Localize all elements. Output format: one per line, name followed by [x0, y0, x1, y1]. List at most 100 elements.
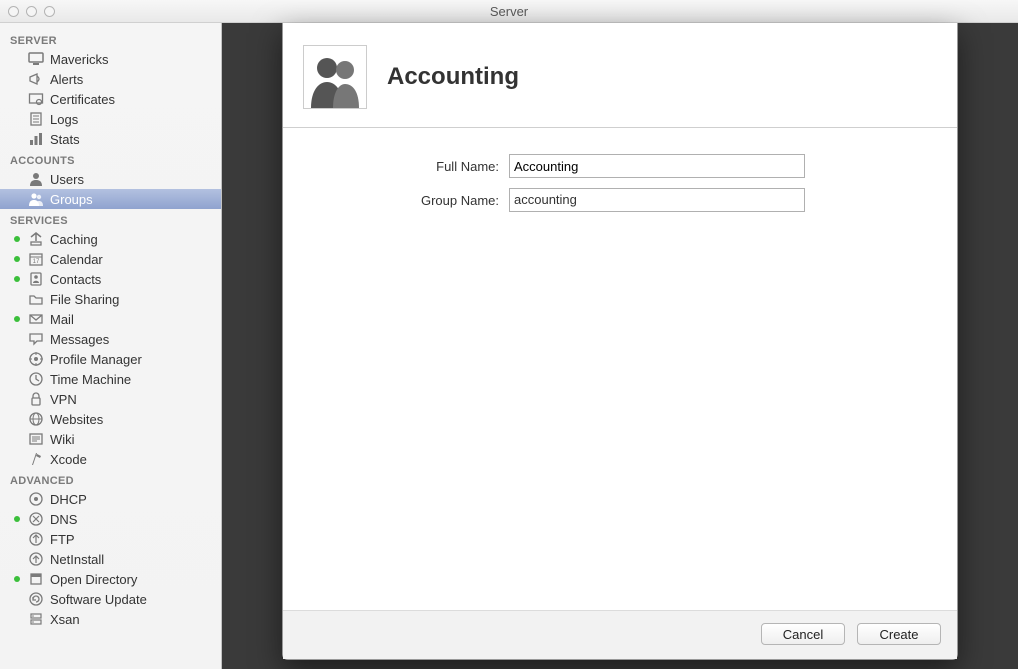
status-dot: [14, 516, 20, 522]
sidebar-item-netinstall[interactable]: NetInstall: [0, 549, 221, 569]
sidebar-section-header: ADVANCED: [0, 469, 221, 489]
xcode-icon: [28, 451, 44, 467]
megaphone-icon: [28, 71, 44, 87]
sidebar-item-groups[interactable]: Groups: [0, 189, 221, 209]
sidebar-item-label: Caching: [50, 232, 98, 247]
sidebar-item-label: DNS: [50, 512, 77, 527]
sidebar-section-header: SERVICES: [0, 209, 221, 229]
sidebar-item-label: Wiki: [50, 432, 75, 447]
sidebar-item-stats[interactable]: Stats: [0, 129, 221, 149]
sidebar-item-dns[interactable]: DNS: [0, 509, 221, 529]
profilemanager-icon: [28, 351, 44, 367]
sidebar-item-certificates[interactable]: Certificates: [0, 89, 221, 109]
create-button[interactable]: Create: [857, 623, 941, 645]
sidebar-item-label: Time Machine: [50, 372, 131, 387]
full-name-label: Full Name:: [283, 159, 509, 174]
filesharing-icon: [28, 291, 44, 307]
sidebar-item-calendar[interactable]: 17 Calendar: [0, 249, 221, 269]
sidebar-item-mail[interactable]: Mail: [0, 309, 221, 329]
vpn-icon: [28, 391, 44, 407]
dhcp-icon: [28, 491, 44, 507]
certificate-icon: [28, 91, 44, 107]
titlebar: Server: [0, 0, 1018, 23]
sidebar-item-caching[interactable]: Caching: [0, 229, 221, 249]
sidebar-section-header: SERVER: [0, 29, 221, 49]
group-large-icon: [303, 45, 367, 109]
traffic-lights: [0, 6, 55, 17]
cancel-button[interactable]: Cancel: [761, 623, 845, 645]
sidebar-item-websites[interactable]: Websites: [0, 409, 221, 429]
sidebar-item-xsan[interactable]: Xsan: [0, 609, 221, 629]
sidebar-section-header: ACCOUNTS: [0, 149, 221, 169]
sidebar-item-label: Xsan: [50, 612, 80, 627]
window-title: Server: [0, 4, 1018, 19]
netinstall-icon: [28, 551, 44, 567]
xsan-icon: [28, 611, 44, 627]
sidebar-item-xcode[interactable]: Xcode: [0, 449, 221, 469]
wiki-icon: [28, 431, 44, 447]
group-icon: [28, 191, 44, 207]
sidebar-item-profile-manager[interactable]: Profile Manager: [0, 349, 221, 369]
sidebar-item-label: Groups: [50, 192, 93, 207]
sidebar-item-label: Calendar: [50, 252, 103, 267]
sidebar-item-label: Users: [50, 172, 84, 187]
sidebar-item-messages[interactable]: Messages: [0, 329, 221, 349]
status-dot: [14, 236, 20, 242]
sheet-body: Full Name: Group Name: accounting: [283, 128, 957, 610]
sidebar-item-label: Mavericks: [50, 52, 109, 67]
sidebar-item-label: DHCP: [50, 492, 87, 507]
calendar-icon: 17: [28, 251, 44, 267]
minimize-window-button[interactable]: [26, 6, 37, 17]
sidebar-item-open-directory[interactable]: Open Directory: [0, 569, 221, 589]
sidebar-item-label: Messages: [50, 332, 109, 347]
sidebar-item-contacts[interactable]: Contacts: [0, 269, 221, 289]
group-name-row: Group Name: accounting: [283, 188, 957, 212]
user-icon: [28, 171, 44, 187]
sidebar-item-label: Software Update: [50, 592, 147, 607]
sheet-header: Accounting: [283, 23, 957, 128]
timemachine-icon: [28, 371, 44, 387]
sidebar-item-software-update[interactable]: Software Update: [0, 589, 221, 609]
sidebar-item-label: Mail: [50, 312, 74, 327]
group-name-field[interactable]: accounting: [509, 188, 805, 212]
status-dot: [14, 276, 20, 282]
sheet-footer: Cancel Create: [283, 610, 957, 659]
sheet-title: Accounting: [387, 63, 519, 91]
sidebar-item-time-machine[interactable]: Time Machine: [0, 369, 221, 389]
svg-text:17: 17: [33, 259, 40, 265]
sidebar-item-vpn[interactable]: VPN: [0, 389, 221, 409]
caching-icon: [28, 231, 44, 247]
opendirectory-icon: [28, 571, 44, 587]
sidebar-item-label: Alerts: [50, 72, 83, 87]
sidebar-item-alerts[interactable]: Alerts: [0, 69, 221, 89]
sidebar-item-label: Certificates: [50, 92, 115, 107]
contacts-icon: [28, 271, 44, 287]
ftp-icon: [28, 531, 44, 547]
sidebar-item-wiki[interactable]: Wiki: [0, 429, 221, 449]
sidebar-item-dhcp[interactable]: DHCP: [0, 489, 221, 509]
sidebar-item-file-sharing[interactable]: File Sharing: [0, 289, 221, 309]
sidebar-item-logs[interactable]: Logs: [0, 109, 221, 129]
status-dot: [14, 256, 20, 262]
monitor-icon: [28, 51, 44, 67]
websites-icon: [28, 411, 44, 427]
sidebar-item-mavericks[interactable]: Mavericks: [0, 49, 221, 69]
group-name-label: Group Name:: [283, 193, 509, 208]
stats-icon: [28, 131, 44, 147]
status-dot: [14, 316, 20, 322]
sidebar-item-label: VPN: [50, 392, 77, 407]
softwareupdate-icon: [28, 591, 44, 607]
sidebar-item-label: Logs: [50, 112, 78, 127]
dns-icon: [28, 511, 44, 527]
sidebar-item-users[interactable]: Users: [0, 169, 221, 189]
full-name-row: Full Name:: [283, 154, 957, 178]
full-name-field[interactable]: [509, 154, 805, 178]
messages-icon: [28, 331, 44, 347]
zoom-window-button[interactable]: [44, 6, 55, 17]
sidebar-item-label: NetInstall: [50, 552, 104, 567]
sidebar-item-label: Contacts: [50, 272, 101, 287]
sidebar-item-label: Open Directory: [50, 572, 137, 587]
sidebar-item-label: Websites: [50, 412, 103, 427]
close-window-button[interactable]: [8, 6, 19, 17]
sidebar-item-ftp[interactable]: FTP: [0, 529, 221, 549]
